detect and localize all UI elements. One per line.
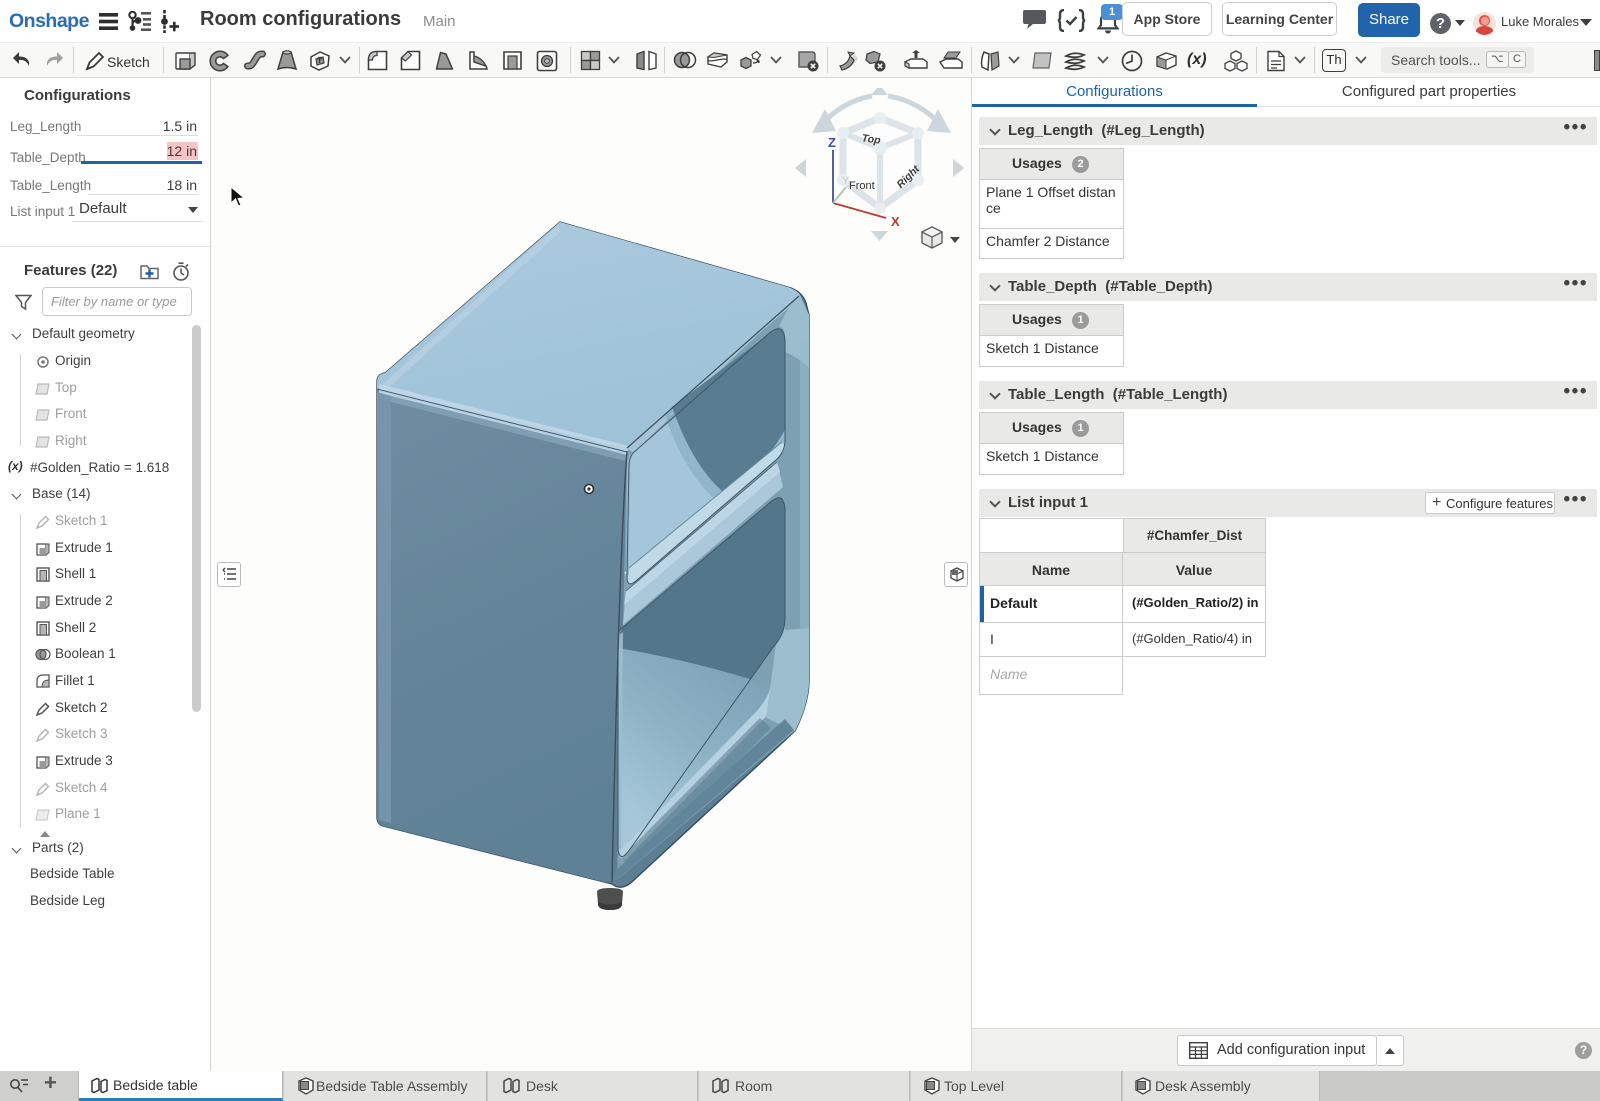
svg-text:Front: Front [849, 180, 875, 192]
svg-text:Y: Y [842, 175, 850, 187]
svg-text:Z: Z [828, 135, 836, 150]
svg-text:X: X [891, 214, 900, 229]
